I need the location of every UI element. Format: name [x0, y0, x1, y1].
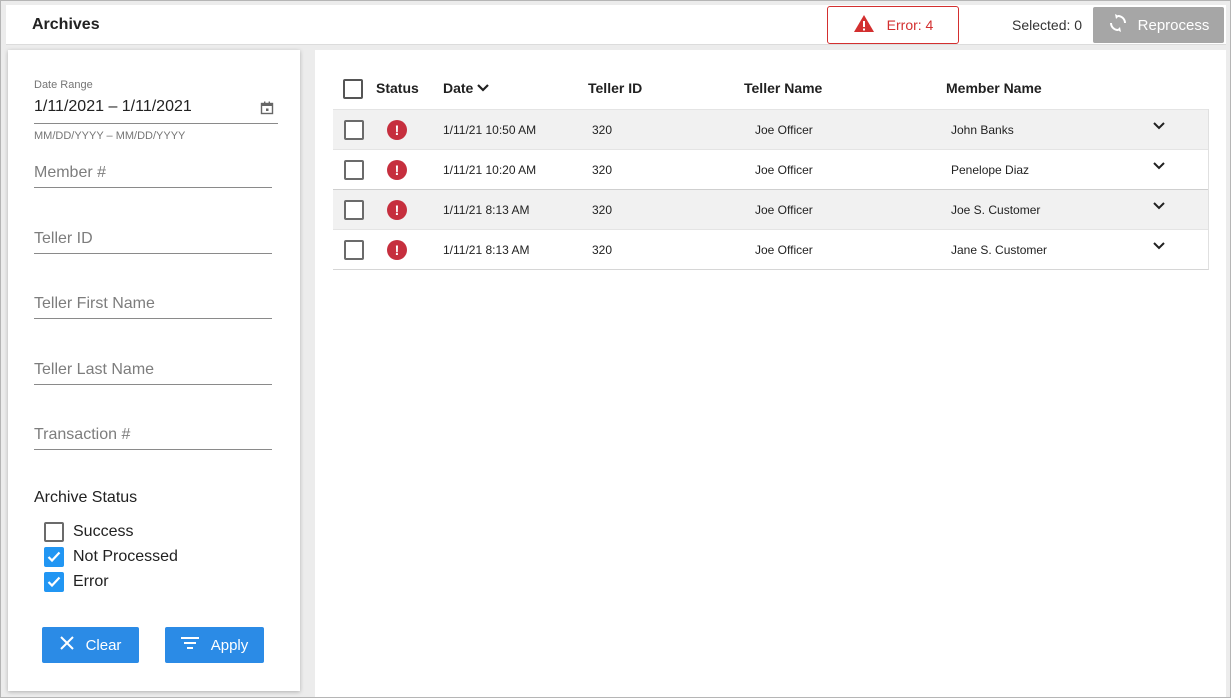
row-checkbox[interactable] — [344, 120, 364, 140]
cell-member-name: Joe S. Customer — [951, 203, 1041, 217]
error-status-icon: ! — [387, 160, 407, 180]
status-option-error[interactable]: Error — [44, 572, 109, 592]
error-checkbox[interactable] — [44, 572, 64, 592]
date-range-label: Date Range — [34, 79, 93, 91]
table-header: Status Date Teller ID Teller Name Member… — [333, 68, 1209, 108]
error-status-icon: ! — [387, 200, 407, 220]
table-row[interactable]: ! 1/11/21 10:50 AM 320 Joe Officer John … — [333, 109, 1208, 149]
cell-teller-id: 320 — [592, 243, 613, 257]
status-option-label: Success — [73, 523, 134, 540]
cell-member-name: Jane S. Customer — [951, 243, 1048, 257]
table-body: ! 1/11/21 10:50 AM 320 Joe Officer John … — [333, 109, 1209, 270]
cell-teller-name: Joe Officer — [755, 163, 813, 177]
error-count-badge[interactable]: Error: 4 — [827, 6, 959, 44]
status-option-label: Not Processed — [73, 548, 178, 565]
reprocess-label: Reprocess — [1137, 16, 1210, 34]
apply-label: Apply — [210, 636, 249, 654]
transaction-number-field[interactable]: Transaction # — [34, 418, 272, 450]
checkmark-icon — [47, 576, 61, 588]
cell-teller-name: Joe Officer — [755, 243, 813, 257]
page-title: Archives — [32, 16, 100, 33]
status-option-success[interactable]: Success — [44, 522, 133, 542]
error-status-icon: ! — [387, 120, 407, 140]
status-option-not-processed[interactable]: Not Processed — [44, 547, 178, 567]
results-panel: Status Date Teller ID Teller Name Member… — [315, 50, 1226, 697]
expand-chevron-icon[interactable] — [1152, 160, 1166, 174]
date-range-underline — [34, 123, 278, 124]
column-date[interactable]: Date — [443, 80, 490, 96]
row-checkbox[interactable] — [344, 160, 364, 180]
warning-icon — [853, 14, 875, 36]
cell-teller-name: Joe Officer — [755, 123, 813, 137]
cell-date: 1/11/21 8:13 AM — [443, 243, 530, 257]
not-processed-checkbox[interactable] — [44, 547, 64, 567]
cell-member-name: John Banks — [951, 123, 1014, 137]
filter-icon — [180, 636, 199, 654]
table-row[interactable]: ! 1/11/21 8:13 AM 320 Joe Officer Jane S… — [333, 229, 1208, 269]
member-number-field[interactable]: Member # — [34, 156, 272, 188]
cell-teller-name: Joe Officer — [755, 203, 813, 217]
row-checkbox[interactable] — [344, 240, 364, 260]
cell-date: 1/11/21 10:50 AM — [443, 123, 537, 137]
refresh-icon — [1108, 13, 1128, 37]
error-status-icon: ! — [387, 240, 407, 260]
date-range-hint: MM/DD/YYYY – MM/DD/YYYY — [34, 130, 186, 142]
expand-chevron-icon[interactable] — [1152, 120, 1166, 134]
reprocess-button[interactable]: Reprocess — [1093, 7, 1224, 43]
filter-panel: Date Range 1/11/2021 – 1/11/2021 MM/DD/Y… — [8, 50, 300, 691]
teller-first-name-field[interactable]: Teller First Name — [34, 287, 272, 319]
top-bar: Archives Error: 4 Selected: 0 Reprocess — [6, 5, 1226, 45]
error-count-label: Error: 4 — [886, 17, 934, 33]
expand-chevron-icon[interactable] — [1152, 200, 1166, 214]
clear-label: Clear — [85, 636, 122, 654]
teller-id-field[interactable]: Teller ID — [34, 222, 272, 254]
column-teller-id: Teller ID — [588, 80, 643, 96]
select-all-checkbox[interactable] — [343, 79, 363, 99]
cell-date: 1/11/21 10:20 AM — [443, 163, 537, 177]
column-member-name: Member Name — [946, 80, 1042, 96]
checkmark-icon — [47, 551, 61, 563]
apply-button[interactable]: Apply — [165, 627, 264, 663]
cell-teller-id: 320 — [592, 203, 613, 217]
expand-chevron-icon[interactable] — [1152, 240, 1166, 254]
cell-teller-id: 320 — [592, 123, 613, 137]
table-row[interactable]: ! 1/11/21 10:20 AM 320 Joe Officer Penel… — [333, 149, 1208, 189]
app-frame: Archives Error: 4 Selected: 0 Reprocess … — [0, 0, 1231, 698]
clear-button[interactable]: Clear — [42, 627, 139, 663]
status-option-label: Error — [73, 573, 109, 590]
sort-desc-icon — [477, 84, 490, 92]
archive-status-title: Archive Status — [34, 489, 138, 506]
calendar-icon[interactable] — [260, 101, 274, 120]
teller-last-name-field[interactable]: Teller Last Name — [34, 353, 272, 385]
column-teller-name: Teller Name — [744, 80, 823, 96]
selected-count: Selected: 0 — [1012, 17, 1083, 33]
column-status: Status — [376, 80, 419, 96]
cell-date: 1/11/21 8:13 AM — [443, 203, 530, 217]
cell-teller-id: 320 — [592, 163, 613, 177]
cell-member-name: Penelope Diaz — [951, 163, 1030, 177]
row-checkbox[interactable] — [344, 200, 364, 220]
date-range-input[interactable]: 1/11/2021 – 1/11/2021 — [34, 98, 192, 116]
success-checkbox[interactable] — [44, 522, 64, 542]
table-row[interactable]: ! 1/11/21 8:13 AM 320 Joe Officer Joe S.… — [333, 189, 1208, 229]
close-icon — [59, 636, 74, 654]
